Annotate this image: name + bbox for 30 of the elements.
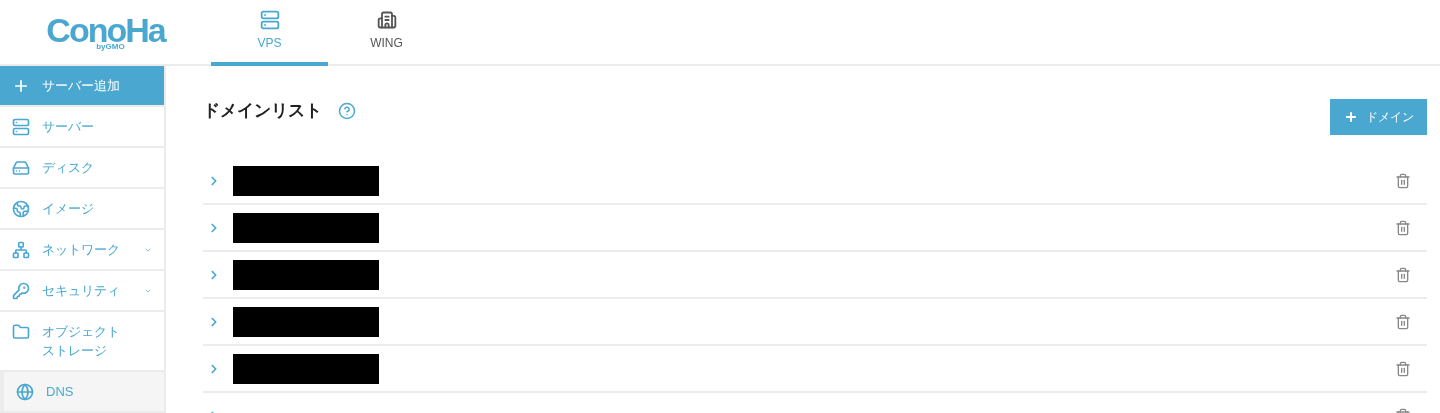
sidebar-label: ネットワーク	[42, 241, 120, 259]
trash-icon[interactable]	[1395, 313, 1411, 330]
tab[interactable]: VPS	[211, 0, 328, 66]
globe-icon	[16, 383, 34, 401]
server-icon	[259, 10, 280, 30]
sidebar-item[interactable]: DNS	[0, 372, 164, 413]
trash-icon[interactable]	[1395, 172, 1411, 189]
sidebar-item[interactable]: サーバー追加	[0, 66, 164, 107]
sidebar-label: イメージ	[42, 200, 94, 218]
plus-icon	[1343, 110, 1358, 124]
trash-icon[interactable]	[1395, 219, 1411, 236]
sidebar-label: サーバー	[42, 118, 94, 136]
sidebar-label: セキュリティ	[42, 282, 120, 300]
sidebar-label: ディスク	[42, 159, 94, 177]
folder-icon	[12, 323, 30, 341]
sidebar-label: オブジェクトストレージ	[42, 323, 121, 360]
tab[interactable]: WING	[328, 0, 445, 66]
plus-icon	[12, 77, 30, 95]
building-icon	[376, 10, 397, 30]
key-icon	[12, 282, 30, 300]
page-title: ドメインリスト	[203, 100, 322, 122]
trash-icon[interactable]	[1395, 360, 1411, 377]
help-icon[interactable]	[338, 101, 356, 120]
server-icon	[12, 118, 30, 136]
add-domain-button[interactable]: ドメイン	[1330, 99, 1427, 135]
network-icon	[12, 241, 30, 259]
trash-icon[interactable]	[1395, 266, 1411, 283]
sidebar-label: DNS	[46, 383, 74, 401]
earth-icon	[12, 200, 30, 218]
sidebar-label: サーバー追加	[42, 77, 120, 95]
